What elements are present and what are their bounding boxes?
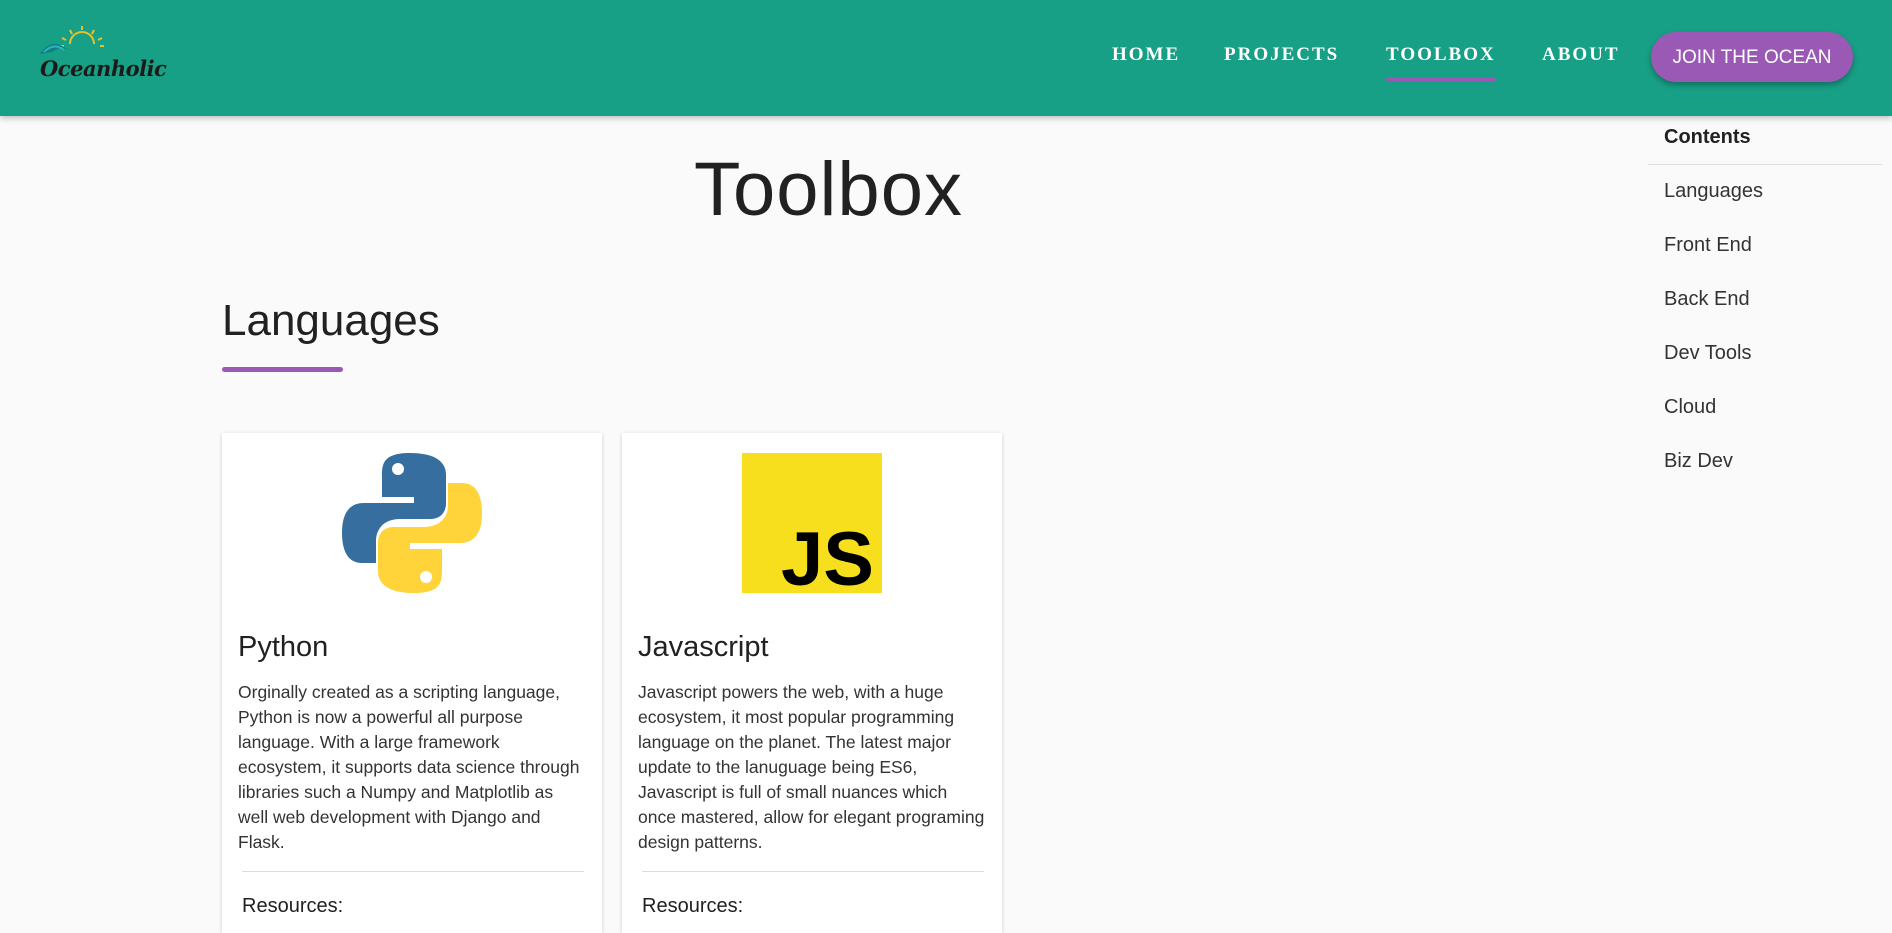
- toc-item-dev-tools[interactable]: Dev Tools: [1664, 342, 1751, 365]
- toc-heading: Contents: [1664, 126, 1751, 148]
- page-title: Toolbox: [694, 147, 963, 232]
- toc-item-biz-dev[interactable]: Biz Dev: [1664, 450, 1733, 473]
- card-divider: [642, 871, 984, 872]
- nav-home[interactable]: HOME: [1112, 44, 1180, 66]
- card-resources-label: Resources:: [642, 895, 744, 917]
- section-underline: [222, 367, 343, 372]
- top-navbar: Oceanholic HOME PROJECTS TOOLBOX ABOUT J…: [0, 0, 1892, 116]
- logo-text: Oceanholic: [40, 56, 167, 81]
- join-the-ocean-button[interactable]: JOIN THE OCEAN: [1651, 32, 1853, 82]
- js-logo-text: JS: [781, 517, 874, 593]
- card-divider: [242, 871, 584, 872]
- card-resources-label: Resources:: [242, 895, 344, 917]
- card-description: Javascript powers the web, with a huge e…: [638, 682, 985, 852]
- card-python: Python Orginally created as a scripting …: [222, 433, 602, 933]
- toc-item-back-end[interactable]: Back End: [1664, 288, 1750, 311]
- card-title: Javascript: [638, 631, 769, 663]
- nav-about[interactable]: ABOUT: [1542, 44, 1620, 66]
- card-description: Orginally created as a scripting languag…: [238, 682, 580, 852]
- toc-item-cloud[interactable]: Cloud: [1664, 396, 1716, 419]
- toc-item-languages[interactable]: Languages: [1664, 180, 1763, 203]
- nav-toolbox[interactable]: TOOLBOX: [1386, 44, 1496, 81]
- nav-projects[interactable]: PROJECTS: [1224, 44, 1339, 66]
- card-title: Python: [238, 631, 329, 663]
- toc-divider: [1648, 164, 1882, 165]
- oceanholic-logo[interactable]: Oceanholic: [38, 22, 167, 92]
- toc-item-front-end[interactable]: Front End: [1664, 234, 1752, 257]
- section-title-languages: Languages: [222, 296, 440, 345]
- python-logo-icon: [342, 453, 482, 593]
- card-javascript: JS Javascript Javascript powers the web,…: [622, 433, 1002, 933]
- javascript-logo-icon: JS: [742, 453, 882, 602]
